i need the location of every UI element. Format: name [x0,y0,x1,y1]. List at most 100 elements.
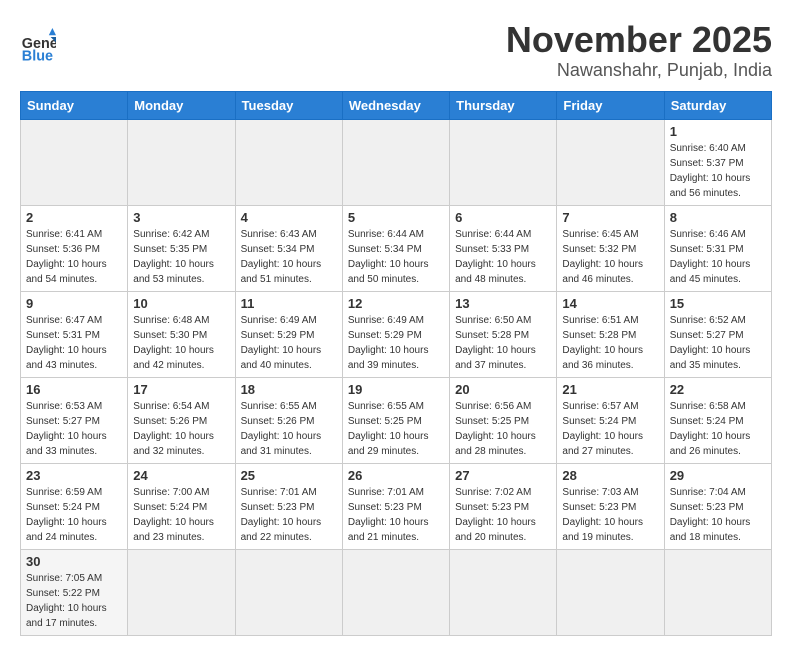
weekday-header: Wednesday [342,91,449,119]
calendar-day-cell: 18Sunrise: 6:55 AM Sunset: 5:26 PM Dayli… [235,377,342,463]
day-number: 2 [26,210,122,225]
day-info: Sunrise: 6:47 AM Sunset: 5:31 PM Dayligh… [26,313,122,373]
day-info: Sunrise: 6:46 AM Sunset: 5:31 PM Dayligh… [670,227,766,287]
day-number: 29 [670,468,766,483]
day-number: 12 [348,296,444,311]
day-number: 3 [133,210,229,225]
weekday-header: Tuesday [235,91,342,119]
calendar-week-row: 1 Sunrise: 6:40 AM Sunset: 5:37 PM Daylig… [21,119,772,205]
calendar-day-cell: 16 Sunrise: 6:53 AM Sunset: 5:27 PM Dayli… [21,377,128,463]
calendar-day-cell: 13Sunrise: 6:50 AM Sunset: 5:28 PM Dayli… [450,291,557,377]
day-info: Sunrise: 6:49 AM Sunset: 5:29 PM Dayligh… [348,313,444,373]
logo-icon: General Blue [20,28,56,64]
day-number: 4 [241,210,337,225]
day-info: Sunrise: 6:56 AM Sunset: 5:25 PM Dayligh… [455,399,551,459]
calendar-day-cell [128,119,235,205]
day-info: Sunrise: 6:55 AM Sunset: 5:26 PM Dayligh… [241,399,337,459]
day-info: Sunrise: 6:42 AM Sunset: 5:35 PM Dayligh… [133,227,229,287]
day-info: Sunrise: 7:01 AM Sunset: 5:23 PM Dayligh… [348,485,444,545]
calendar-day-cell: 25 Sunrise: 7:01 AM Sunset: 5:23 PM Dayli… [235,463,342,549]
day-number: 10 [133,296,229,311]
day-info: Sunrise: 6:54 AM Sunset: 5:26 PM Dayligh… [133,399,229,459]
calendar-day-cell [557,119,664,205]
calendar-day-cell: 23 Sunrise: 6:59 AM Sunset: 5:24 PM Dayli… [21,463,128,549]
weekday-header: Monday [128,91,235,119]
day-info: Sunrise: 6:49 AM Sunset: 5:29 PM Dayligh… [241,313,337,373]
day-number: 19 [348,382,444,397]
svg-text:Blue: Blue [22,48,53,64]
day-number: 27 [455,468,551,483]
calendar-day-cell: 15Sunrise: 6:52 AM Sunset: 5:27 PM Dayli… [664,291,771,377]
calendar-day-cell [557,549,664,635]
day-info: Sunrise: 6:53 AM Sunset: 5:27 PM Dayligh… [26,399,122,459]
calendar-day-cell: 6 Sunrise: 6:44 AM Sunset: 5:33 PM Daylig… [450,205,557,291]
calendar-day-cell: 29 Sunrise: 7:04 AM Sunset: 5:23 PM Dayli… [664,463,771,549]
calendar-day-cell [342,119,449,205]
day-info: Sunrise: 6:44 AM Sunset: 5:33 PM Dayligh… [455,227,551,287]
calendar-header-row: SundayMondayTuesdayWednesdayThursdayFrid… [21,91,772,119]
calendar-day-cell [450,119,557,205]
weekday-header: Thursday [450,91,557,119]
day-info: Sunrise: 6:48 AM Sunset: 5:30 PM Dayligh… [133,313,229,373]
calendar-day-cell [128,549,235,635]
day-info: Sunrise: 6:51 AM Sunset: 5:28 PM Dayligh… [562,313,658,373]
day-number: 9 [26,296,122,311]
calendar-day-cell [450,549,557,635]
day-number: 7 [562,210,658,225]
day-number: 11 [241,296,337,311]
day-info: Sunrise: 6:57 AM Sunset: 5:24 PM Dayligh… [562,399,658,459]
calendar-week-row: 16 Sunrise: 6:53 AM Sunset: 5:27 PM Dayli… [21,377,772,463]
day-info: Sunrise: 7:05 AM Sunset: 5:22 PM Dayligh… [26,571,122,631]
calendar-day-cell: 30Sunrise: 7:05 AM Sunset: 5:22 PM Dayli… [21,549,128,635]
calendar-day-cell: 8 Sunrise: 6:46 AM Sunset: 5:31 PM Daylig… [664,205,771,291]
day-number: 23 [26,468,122,483]
calendar-day-cell: 14 Sunrise: 6:51 AM Sunset: 5:28 PM Dayli… [557,291,664,377]
day-info: Sunrise: 7:04 AM Sunset: 5:23 PM Dayligh… [670,485,766,545]
calendar-day-cell: 21Sunrise: 6:57 AM Sunset: 5:24 PM Dayli… [557,377,664,463]
day-number: 24 [133,468,229,483]
calendar-day-cell: 4Sunrise: 6:43 AM Sunset: 5:34 PM Daylig… [235,205,342,291]
calendar-table: SundayMondayTuesdayWednesdayThursdayFrid… [20,91,772,636]
calendar-day-cell: 24 Sunrise: 7:00 AM Sunset: 5:24 PM Dayli… [128,463,235,549]
calendar-week-row: 2 Sunrise: 6:41 AM Sunset: 5:36 PM Daylig… [21,205,772,291]
day-number: 1 [670,124,766,139]
day-info: Sunrise: 6:44 AM Sunset: 5:34 PM Dayligh… [348,227,444,287]
calendar-week-row: 23 Sunrise: 6:59 AM Sunset: 5:24 PM Dayli… [21,463,772,549]
calendar-day-cell [664,549,771,635]
weekday-header: Saturday [664,91,771,119]
day-info: Sunrise: 7:01 AM Sunset: 5:23 PM Dayligh… [241,485,337,545]
day-info: Sunrise: 7:03 AM Sunset: 5:23 PM Dayligh… [562,485,658,545]
calendar-day-cell: 5 Sunrise: 6:44 AM Sunset: 5:34 PM Daylig… [342,205,449,291]
day-number: 6 [455,210,551,225]
day-info: Sunrise: 6:58 AM Sunset: 5:24 PM Dayligh… [670,399,766,459]
day-info: Sunrise: 7:02 AM Sunset: 5:23 PM Dayligh… [455,485,551,545]
day-number: 16 [26,382,122,397]
location-title: Nawanshahr, Punjab, India [506,60,772,81]
day-number: 5 [348,210,444,225]
calendar-day-cell: 10 Sunrise: 6:48 AM Sunset: 5:30 PM Dayli… [128,291,235,377]
month-title: November 2025 [506,20,772,60]
day-number: 15 [670,296,766,311]
calendar-day-cell: 28 Sunrise: 7:03 AM Sunset: 5:23 PM Dayli… [557,463,664,549]
title-block: November 2025 Nawanshahr, Punjab, India [506,20,772,81]
calendar-day-cell: 1 Sunrise: 6:40 AM Sunset: 5:37 PM Daylig… [664,119,771,205]
day-info: Sunrise: 6:45 AM Sunset: 5:32 PM Dayligh… [562,227,658,287]
calendar-day-cell: 20Sunrise: 6:56 AM Sunset: 5:25 PM Dayli… [450,377,557,463]
day-number: 8 [670,210,766,225]
day-info: Sunrise: 6:55 AM Sunset: 5:25 PM Dayligh… [348,399,444,459]
weekday-header: Sunday [21,91,128,119]
calendar-day-cell: 19 Sunrise: 6:55 AM Sunset: 5:25 PM Dayli… [342,377,449,463]
day-number: 25 [241,468,337,483]
day-number: 14 [562,296,658,311]
day-number: 13 [455,296,551,311]
day-info: Sunrise: 6:40 AM Sunset: 5:37 PM Dayligh… [670,141,766,201]
weekday-header: Friday [557,91,664,119]
calendar-week-row: 30Sunrise: 7:05 AM Sunset: 5:22 PM Dayli… [21,549,772,635]
calendar-day-cell: 26Sunrise: 7:01 AM Sunset: 5:23 PM Dayli… [342,463,449,549]
calendar-day-cell [235,549,342,635]
day-number: 22 [670,382,766,397]
day-info: Sunrise: 6:59 AM Sunset: 5:24 PM Dayligh… [26,485,122,545]
day-info: Sunrise: 7:00 AM Sunset: 5:24 PM Dayligh… [133,485,229,545]
day-number: 28 [562,468,658,483]
day-info: Sunrise: 6:41 AM Sunset: 5:36 PM Dayligh… [26,227,122,287]
